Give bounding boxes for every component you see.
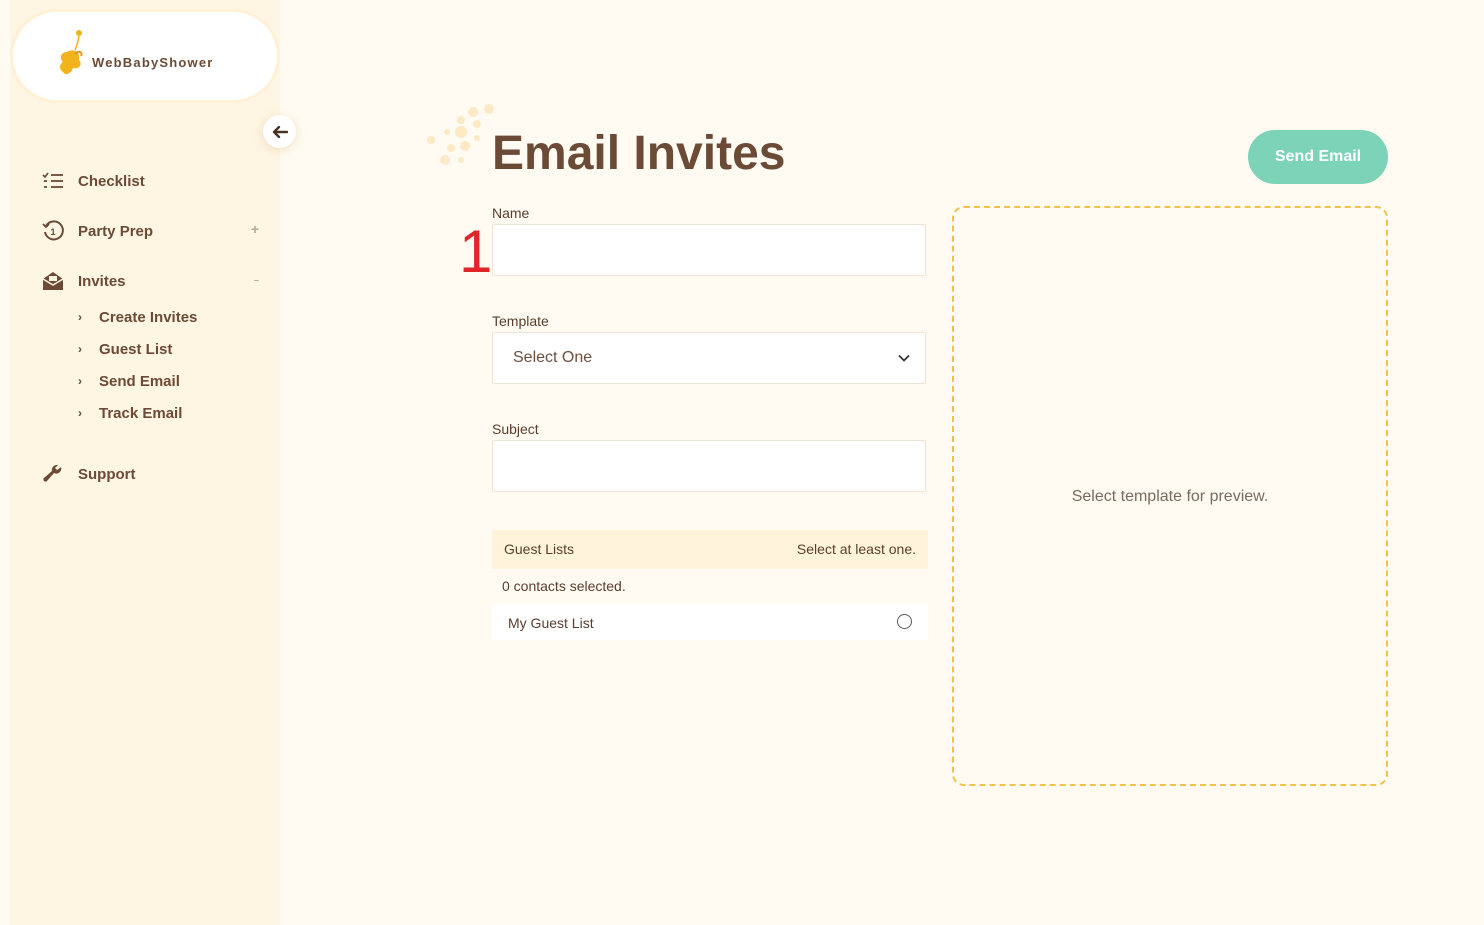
brand-name: WebBabyShower bbox=[92, 55, 214, 70]
collapse-sidebar-button[interactable] bbox=[263, 115, 296, 148]
wrench-icon bbox=[40, 463, 66, 485]
guest-list-row[interactable]: My Guest List bbox=[492, 604, 928, 640]
collapse-icon[interactable]: – bbox=[254, 275, 259, 285]
sidebar-item-party-prep[interactable]: 1 Party Prep + bbox=[40, 217, 265, 245]
arrow-left-icon bbox=[272, 125, 288, 138]
sidebar-subitem-label: Guest List bbox=[99, 340, 173, 358]
template-select[interactable]: Select One bbox=[492, 332, 926, 384]
sidebar-subitem-label: Create Invites bbox=[99, 308, 198, 326]
checklist-icon bbox=[40, 170, 66, 192]
name-input[interactable] bbox=[492, 224, 926, 276]
chevron-right-icon: › bbox=[78, 374, 82, 388]
chevron-down-icon bbox=[898, 354, 910, 362]
annotation-marker: 1 bbox=[459, 218, 493, 285]
template-preview: Select template for preview. bbox=[952, 206, 1388, 786]
svg-text:1: 1 bbox=[51, 227, 56, 237]
subject-label: Subject bbox=[492, 421, 539, 437]
name-label: Name bbox=[492, 205, 530, 221]
guest-lists-header: Guest Lists Select at least one. bbox=[492, 530, 928, 569]
logo-card[interactable]: WebBabyShower bbox=[13, 12, 277, 100]
expand-icon[interactable]: + bbox=[251, 221, 259, 237]
sidebar-item-label: Support bbox=[78, 465, 136, 483]
history-icon: 1 bbox=[40, 220, 66, 242]
send-email-button[interactable]: Send Email bbox=[1248, 130, 1388, 184]
sidebar-item-checklist[interactable]: Checklist bbox=[40, 167, 265, 195]
sidebar-item-label: Checklist bbox=[78, 172, 145, 190]
contacts-selected-count: 0 contacts selected. bbox=[502, 578, 626, 594]
sidebar-item-support[interactable]: Support bbox=[40, 460, 265, 488]
sidebar-subitem-track-email[interactable]: › Track Email bbox=[78, 402, 182, 424]
sidebar-item-invites[interactable]: Invites – bbox=[40, 267, 265, 295]
subject-input[interactable] bbox=[492, 440, 926, 492]
envelope-open-icon bbox=[40, 270, 66, 292]
sidebar-item-label: Party Prep bbox=[78, 222, 154, 240]
guest-lists-title: Guest Lists bbox=[504, 541, 575, 557]
guest-lists-hint: Select at least one. bbox=[796, 541, 916, 557]
sidebar-subitem-guest-list[interactable]: › Guest List bbox=[78, 338, 172, 360]
sidebar-subitem-send-email[interactable]: › Send Email bbox=[78, 370, 180, 392]
page-title: Email Invites bbox=[492, 127, 786, 180]
preview-placeholder: Select template for preview. bbox=[1071, 488, 1269, 505]
chevron-right-icon: › bbox=[78, 406, 82, 420]
baby-elephant-logo-icon bbox=[60, 30, 83, 75]
template-label: Template bbox=[492, 313, 549, 329]
sidebar-subitem-label: Send Email bbox=[99, 372, 180, 390]
chevron-right-icon: › bbox=[78, 310, 82, 324]
sidebar-subitem-label: Track Email bbox=[99, 404, 183, 422]
sidebar-item-label: Invites bbox=[78, 272, 126, 290]
template-select-value: Select One bbox=[513, 349, 593, 366]
guest-list-radio[interactable] bbox=[897, 614, 912, 629]
guest-list-name: My Guest List bbox=[508, 615, 594, 631]
chevron-right-icon: › bbox=[78, 342, 82, 356]
sidebar-subitem-create-invites[interactable]: › Create Invites bbox=[78, 306, 197, 328]
